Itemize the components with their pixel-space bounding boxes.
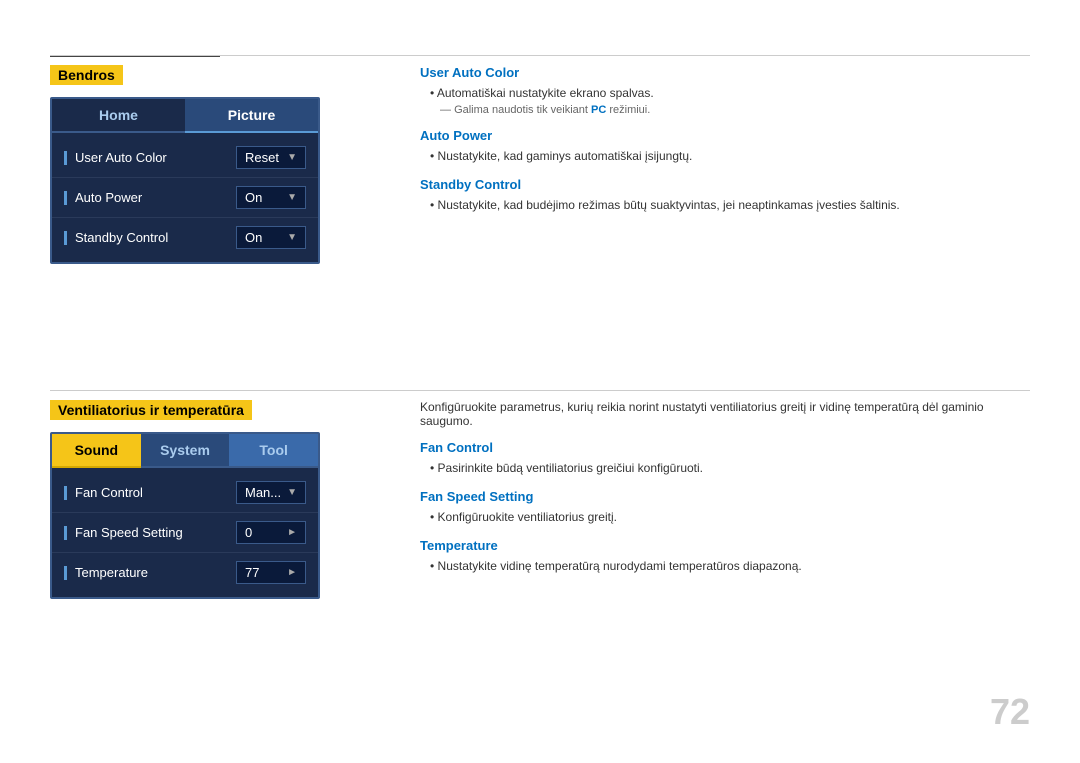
label-user-auto-color: User Auto Color [75, 150, 167, 165]
label-standby-control: Standby Control [75, 230, 168, 245]
tab-picture[interactable]: Picture [185, 99, 318, 133]
menu-tabs-ventil: Sound System Tool [52, 434, 318, 468]
item-bar-fan [64, 486, 67, 500]
desc-title-fan-control: Fan Control [420, 440, 1030, 455]
menu-tabs-bendros: Home Picture [52, 99, 318, 133]
value-auto-power[interactable]: On ▼ [236, 186, 306, 209]
value-text-man: Man... [245, 485, 281, 500]
menu-item-standby-control: Standby Control On ▼ [52, 218, 318, 257]
dropdown-arrow-on1: ▼ [287, 192, 297, 203]
section-title-ventiliatorius: Ventiliatorius ir temperatūra [50, 400, 252, 420]
tab-tool[interactable]: Tool [229, 434, 318, 468]
label-fan-control: Fan Control [75, 485, 143, 500]
menu-item-auto-power: Auto Power On ▼ [52, 178, 318, 218]
value-fan-speed[interactable]: 0 ► [236, 521, 306, 544]
menu-item-label-temperature: Temperature [64, 565, 148, 580]
tab-home[interactable]: Home [52, 99, 185, 133]
value-text-on-1: On [245, 190, 262, 205]
menu-box-ventil: Sound System Tool Fan Control Man... ▼ [50, 432, 320, 599]
menu-item-label-standby: Standby Control [64, 230, 168, 245]
value-text-temp: 77 [245, 565, 259, 580]
desc-text-fan-speed: Konfigūruokite ventiliatorius greitį. [430, 508, 1030, 526]
desc-panel-bendros: User Auto Color Automatiškai nustatykite… [420, 65, 1030, 214]
middle-divider [50, 390, 1030, 391]
menu-item-label-user-auto-color: User Auto Color [64, 150, 167, 165]
item-bar-speed [64, 526, 67, 540]
label-auto-power: Auto Power [75, 190, 142, 205]
value-text-zero: 0 [245, 525, 252, 540]
arrow-right-speed: ► [287, 527, 297, 538]
desc-text-temperature: Nustatykite vidinę temperatūrą nurodydam… [430, 557, 1030, 575]
label-temperature: Temperature [75, 565, 148, 580]
desc-title-auto-power: Auto Power [420, 128, 1030, 143]
item-bar-3 [64, 231, 67, 245]
top-line [50, 55, 1030, 56]
pc-text: PC [591, 104, 606, 116]
menu-item-label-auto-power: Auto Power [64, 190, 142, 205]
desc-text-standby-control: Nustatykite, kad budėjimo režimas būtų s… [430, 196, 1030, 214]
desc-text-fan-control: Pasirinkite būdą ventiliatorius greičiui… [430, 459, 1030, 477]
value-text-reset: Reset [245, 150, 279, 165]
value-temperature[interactable]: 77 ► [236, 561, 306, 584]
desc-intro-ventil: Konfigūruokite parametrus, kurių reikia … [420, 400, 1030, 428]
menu-box-bendros: Home Picture User Auto Color Reset ▼ [50, 97, 320, 264]
value-fan-control[interactable]: Man... ▼ [236, 481, 306, 504]
section-title-bendros: Bendros [50, 65, 123, 85]
desc-title-user-auto-color: User Auto Color [420, 65, 1030, 80]
menu-items-ventil: Fan Control Man... ▼ Fan Speed Setting 0 [52, 468, 318, 597]
page-number: 72 [990, 691, 1030, 733]
desc-text-user-auto-color: Automatiškai nustatykite ekrano spalvas. [430, 84, 1030, 102]
desc-panel-ventil: Konfigūruokite parametrus, kurių reikia … [420, 400, 1030, 575]
dropdown-arrow-reset: ▼ [287, 152, 297, 163]
menu-item-fan-speed: Fan Speed Setting 0 ► [52, 513, 318, 553]
item-bar-temp [64, 566, 67, 580]
item-bar-2 [64, 191, 67, 205]
arrow-right-temp: ► [287, 567, 297, 578]
desc-title-temperature: Temperature [420, 538, 1030, 553]
tab-sound[interactable]: Sound [52, 434, 141, 468]
menu-item-user-auto-color: User Auto Color Reset ▼ [52, 138, 318, 178]
page-container: Bendros Home Picture User Auto Color Res… [0, 0, 1080, 763]
desc-title-fan-speed: Fan Speed Setting [420, 489, 1030, 504]
label-fan-speed: Fan Speed Setting [75, 525, 183, 540]
value-user-auto-color[interactable]: Reset ▼ [236, 146, 306, 169]
tab-system[interactable]: System [141, 434, 230, 468]
item-bar [64, 151, 67, 165]
desc-title-standby-control: Standby Control [420, 177, 1030, 192]
desc-sub-user-auto-color: Galima naudotis tik veikiant PC režimiui… [440, 104, 1030, 116]
dropdown-arrow-on2: ▼ [287, 232, 297, 243]
desc-text-auto-power: Nustatykite, kad gaminys automatiškai įs… [430, 147, 1030, 165]
dropdown-arrow-man: ▼ [287, 487, 297, 498]
menu-item-temperature: Temperature 77 ► [52, 553, 318, 592]
menu-item-label-fan-control: Fan Control [64, 485, 143, 500]
menu-item-label-fan-speed: Fan Speed Setting [64, 525, 183, 540]
menu-items-bendros: User Auto Color Reset ▼ Auto Power On [52, 133, 318, 262]
value-standby-control[interactable]: On ▼ [236, 226, 306, 249]
menu-item-fan-control: Fan Control Man... ▼ [52, 473, 318, 513]
value-text-on-2: On [245, 230, 262, 245]
